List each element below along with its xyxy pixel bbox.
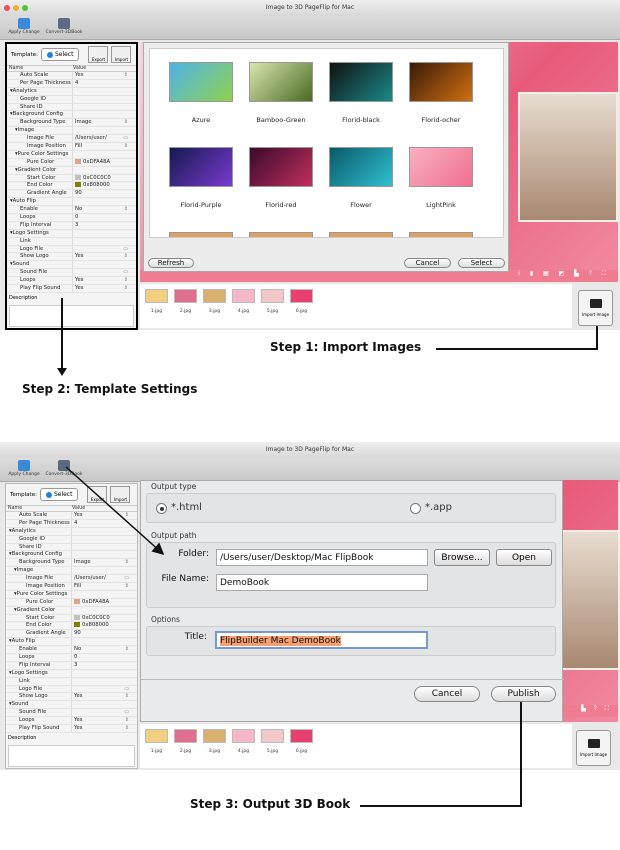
step-3-label: Step 3: Output 3D Book: [190, 797, 351, 811]
arrow-convert-to-dialog: [65, 466, 165, 556]
connector-line: [360, 805, 522, 807]
connector-line: [520, 702, 522, 806]
